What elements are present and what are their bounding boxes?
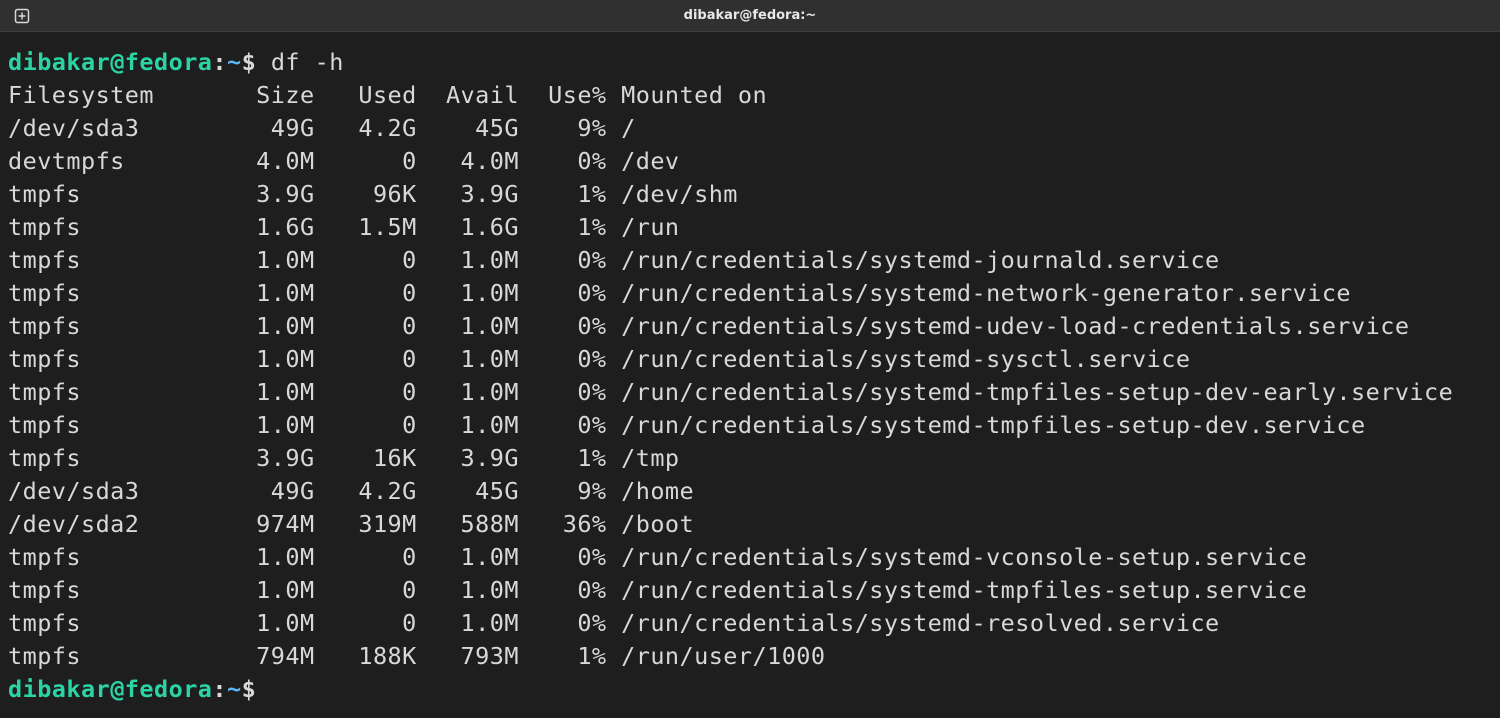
- prompt-at: @: [110, 48, 125, 76]
- df-row: tmpfs 1.0M 0 1.0M 0% /run/credentials/sy…: [8, 541, 1492, 574]
- window-title: dibakar@fedora:~: [0, 8, 1500, 23]
- window-titlebar: dibakar@fedora:~: [0, 0, 1500, 32]
- command-line: dibakar@fedora:~$: [8, 673, 1492, 706]
- df-row: /dev/sda3 49G 4.2G 45G 9% /: [8, 112, 1492, 145]
- shell-prompt: dibakar@fedora:~$: [8, 48, 256, 76]
- df-header-row: Filesystem Size Used Avail Use% Mounted …: [8, 79, 1492, 112]
- prompt-host: fedora: [125, 48, 213, 76]
- command-line: dibakar@fedora:~$ df -h: [8, 46, 1492, 79]
- cursor-position[interactable]: [256, 675, 271, 703]
- plus-box-icon: [14, 8, 30, 24]
- df-row: tmpfs 1.0M 0 1.0M 0% /run/credentials/sy…: [8, 409, 1492, 442]
- df-row: tmpfs 794M 188K 793M 1% /run/user/1000: [8, 640, 1492, 673]
- prompt-cwd: ~: [227, 48, 242, 76]
- df-row: tmpfs 1.0M 0 1.0M 0% /run/credentials/sy…: [8, 310, 1492, 343]
- df-row: tmpfs 1.6G 1.5M 1.6G 1% /run: [8, 211, 1492, 244]
- df-row: tmpfs 1.0M 0 1.0M 0% /run/credentials/sy…: [8, 277, 1492, 310]
- prompt-colon: :: [212, 675, 227, 703]
- prompt-symbol: $: [242, 48, 257, 76]
- shell-prompt: dibakar@fedora:~$: [8, 675, 256, 703]
- prompt-colon: :: [212, 48, 227, 76]
- df-row: tmpfs 1.0M 0 1.0M 0% /run/credentials/sy…: [8, 607, 1492, 640]
- prompt-host: fedora: [125, 675, 213, 703]
- new-tab-button[interactable]: [10, 4, 34, 28]
- df-row: /dev/sda2 974M 319M 588M 36% /boot: [8, 508, 1492, 541]
- df-row: tmpfs 1.0M 0 1.0M 0% /run/credentials/sy…: [8, 244, 1492, 277]
- df-row: tmpfs 1.0M 0 1.0M 0% /run/credentials/sy…: [8, 574, 1492, 607]
- prompt-user: dibakar: [8, 48, 110, 76]
- df-row: devtmpfs 4.0M 0 4.0M 0% /dev: [8, 145, 1492, 178]
- df-row: tmpfs 3.9G 16K 3.9G 1% /tmp: [8, 442, 1492, 475]
- prompt-cwd: ~: [227, 675, 242, 703]
- df-row: tmpfs 1.0M 0 1.0M 0% /run/credentials/sy…: [8, 343, 1492, 376]
- prompt-at: @: [110, 675, 125, 703]
- terminal-area[interactable]: dibakar@fedora:~$ df -hFilesystem Size U…: [0, 32, 1500, 706]
- df-row: /dev/sda3 49G 4.2G 45G 9% /home: [8, 475, 1492, 508]
- df-row: tmpfs 3.9G 96K 3.9G 1% /dev/shm: [8, 178, 1492, 211]
- df-row: tmpfs 1.0M 0 1.0M 0% /run/credentials/sy…: [8, 376, 1492, 409]
- prompt-symbol: $: [242, 675, 257, 703]
- command-text: df -h: [256, 48, 344, 76]
- prompt-user: dibakar: [8, 675, 110, 703]
